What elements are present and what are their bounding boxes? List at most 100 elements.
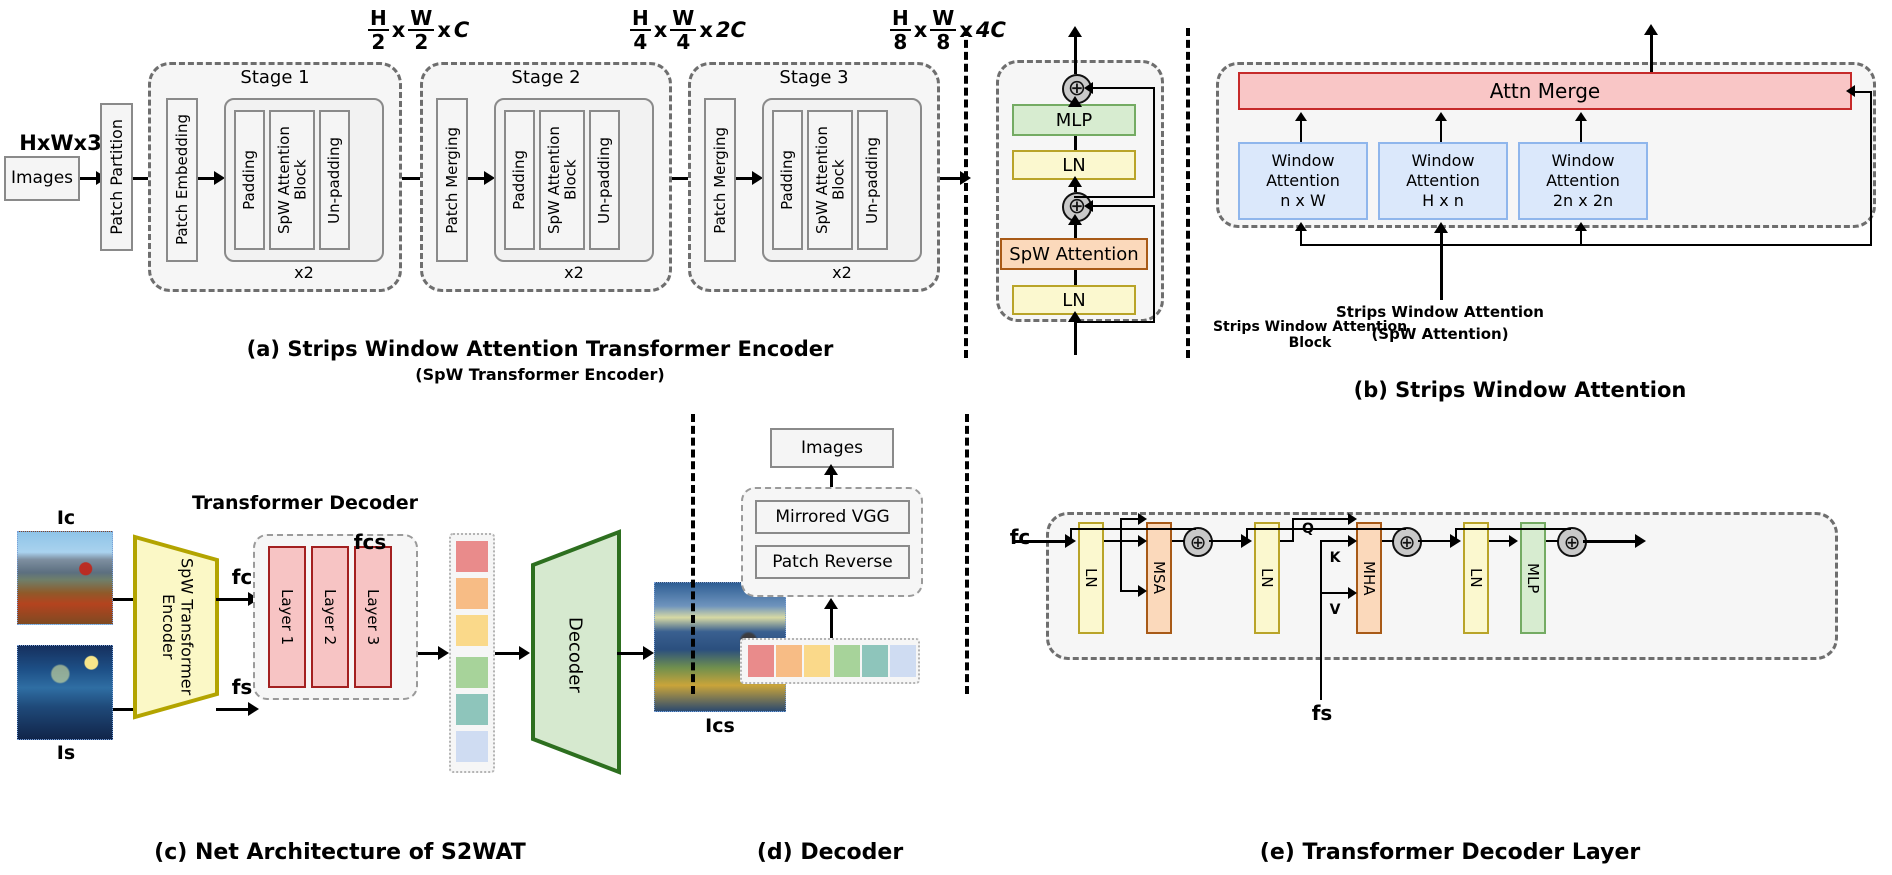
dim-h-num: H bbox=[370, 6, 387, 30]
arrowhead bbox=[1348, 535, 1357, 547]
style-image bbox=[17, 645, 113, 740]
panel-d-caption: (d) Decoder bbox=[756, 840, 904, 866]
residual-e3-left bbox=[1455, 528, 1457, 541]
patch-partition-label: Patch Partition bbox=[106, 119, 126, 235]
spw-block-mlp: MLP bbox=[1012, 104, 1136, 136]
arrowhead bbox=[1435, 112, 1447, 121]
dim-h-den: 8 bbox=[893, 30, 908, 54]
times-1: x bbox=[913, 18, 928, 42]
bus-right-riser bbox=[1870, 92, 1872, 246]
stage-1-unpadding: Un-padding bbox=[319, 110, 350, 250]
times-1: x bbox=[653, 18, 668, 42]
input-images-box: Images bbox=[4, 156, 80, 201]
stage-3-title: Stage 3 bbox=[779, 66, 849, 88]
residual-e2-top bbox=[1246, 528, 1406, 530]
token-d-3 bbox=[804, 645, 830, 677]
arrowhead bbox=[1068, 214, 1082, 225]
decoder-layer-2: Layer 2 bbox=[311, 546, 349, 688]
feature-cs-label: fcs bbox=[353, 529, 387, 554]
skip-wire-1-vertical bbox=[1153, 88, 1155, 198]
divider-c-d bbox=[691, 414, 695, 694]
spw-attention-block-label: SpW Attention Block bbox=[274, 126, 310, 234]
transformer-decoder-title: Transformer Decoder bbox=[191, 492, 419, 515]
window-attention-2: Window Attention H x n bbox=[1378, 142, 1508, 220]
line-ln2-out bbox=[1280, 540, 1294, 542]
panel-e-input-fc-label: fc bbox=[1009, 524, 1031, 549]
dim-w-num: W bbox=[932, 6, 955, 30]
spw-attention-block-label: SpW Attention Block bbox=[544, 126, 580, 234]
skip-wire-1-top bbox=[1090, 87, 1155, 89]
dim-w-den: 8 bbox=[936, 30, 951, 54]
unpadding-label: Un-padding bbox=[863, 136, 882, 224]
times-1: x bbox=[391, 18, 406, 42]
arrow-fc-into-layer bbox=[1013, 540, 1071, 543]
residual-e3-top bbox=[1455, 528, 1571, 530]
output-image-label: Ics bbox=[705, 715, 735, 738]
window-attention-3-line1: Window bbox=[1551, 151, 1615, 170]
dim-channels: 4C bbox=[975, 18, 1006, 42]
decoder-add-1: ⊕ bbox=[1183, 527, 1213, 557]
token-c-4 bbox=[456, 657, 488, 688]
arrowhead bbox=[1846, 85, 1855, 97]
dim-w-num: W bbox=[672, 6, 695, 30]
unpadding-label: Un-padding bbox=[325, 136, 344, 224]
dim-w-num: W bbox=[410, 6, 433, 30]
arrowhead bbox=[438, 646, 449, 660]
dim-h-num: H bbox=[892, 6, 909, 30]
stage1-output-dim: H 2 x W 2 x C bbox=[368, 8, 469, 52]
qkv-v-label: V bbox=[1329, 601, 1341, 618]
spw-block-attention: SpW Attention bbox=[1000, 238, 1148, 270]
token-c-2 bbox=[456, 578, 488, 609]
panel-b-caption: (b) Strips Window Attention bbox=[1353, 377, 1687, 402]
decoder-add-2: ⊕ bbox=[1392, 527, 1422, 557]
padding-label: Padding bbox=[240, 150, 259, 210]
mirrored-vgg-box: Mirrored VGG bbox=[755, 500, 910, 534]
panel-c-caption: (c) Net Architecture of S2WAT bbox=[154, 840, 526, 866]
stage-3-repeat-label: x2 bbox=[832, 262, 852, 282]
arrowhead bbox=[1295, 222, 1307, 231]
dim-channels: 2C bbox=[715, 18, 746, 42]
decoder-label: Decoder bbox=[564, 617, 586, 693]
arrowhead bbox=[1084, 82, 1093, 94]
ln-2-label: LN bbox=[1258, 568, 1276, 588]
window-attention-3-line2: Attention bbox=[1546, 171, 1620, 190]
stage-2-padding: Padding bbox=[504, 110, 535, 250]
arrowhead bbox=[1575, 112, 1587, 121]
stage-1-patch-embedding: Patch Embedding bbox=[166, 98, 198, 262]
arrowhead bbox=[824, 464, 838, 475]
arrow-layer-output bbox=[1583, 540, 1641, 543]
line-mha-to-add2 bbox=[1382, 540, 1394, 542]
patch-merging-label: Patch Merging bbox=[710, 126, 729, 234]
dim-w-den: 2 bbox=[414, 30, 429, 54]
dim-h-den: 2 bbox=[371, 30, 386, 54]
input-dim-label: HxWx3 bbox=[19, 130, 102, 155]
stage-2-repeat-label: x2 bbox=[564, 262, 584, 282]
mlp-label: MLP bbox=[1524, 562, 1542, 594]
skip-wire-2-top bbox=[1090, 205, 1155, 207]
strips-window-attention-label-line2: (SpW Attention) bbox=[1371, 325, 1509, 344]
arrowhead bbox=[1575, 222, 1587, 231]
skip-wire-2-bottom bbox=[1074, 321, 1155, 323]
stage-1-padding: Padding bbox=[234, 110, 265, 250]
content-image bbox=[17, 531, 113, 625]
decoder-layer-1-label: Layer 1 bbox=[278, 588, 296, 646]
strips-window-attention-label-line1: Strips Window Attention bbox=[1336, 303, 1544, 322]
token-d-5 bbox=[862, 645, 888, 677]
bus-to-merge-right bbox=[1852, 91, 1872, 93]
window-attention-1-line1: Window bbox=[1271, 151, 1335, 170]
skip-wire-2-vertical bbox=[1153, 206, 1155, 322]
stage-2-unpadding: Un-padding bbox=[589, 110, 620, 250]
arrow-tokens-to-vgg bbox=[830, 604, 833, 640]
spw-transformer-encoder-label: SpW Transformer Encoder bbox=[150, 545, 204, 709]
unpadding-label: Un-padding bbox=[595, 136, 614, 224]
arrowhead bbox=[1635, 534, 1646, 548]
decoder-layer-1: Layer 1 bbox=[268, 546, 306, 688]
patch-merging-label: Patch Merging bbox=[442, 126, 461, 234]
arrow-w1-to-merge bbox=[1300, 118, 1302, 142]
window-input-bus bbox=[1300, 244, 1870, 246]
patch-reverse-box: Patch Reverse bbox=[755, 545, 910, 579]
token-c-6 bbox=[456, 731, 488, 762]
arrowhead bbox=[1138, 535, 1147, 547]
stage-1-spw-attention-block: SpW Attention Block bbox=[269, 110, 315, 250]
arrowhead bbox=[1348, 513, 1357, 525]
